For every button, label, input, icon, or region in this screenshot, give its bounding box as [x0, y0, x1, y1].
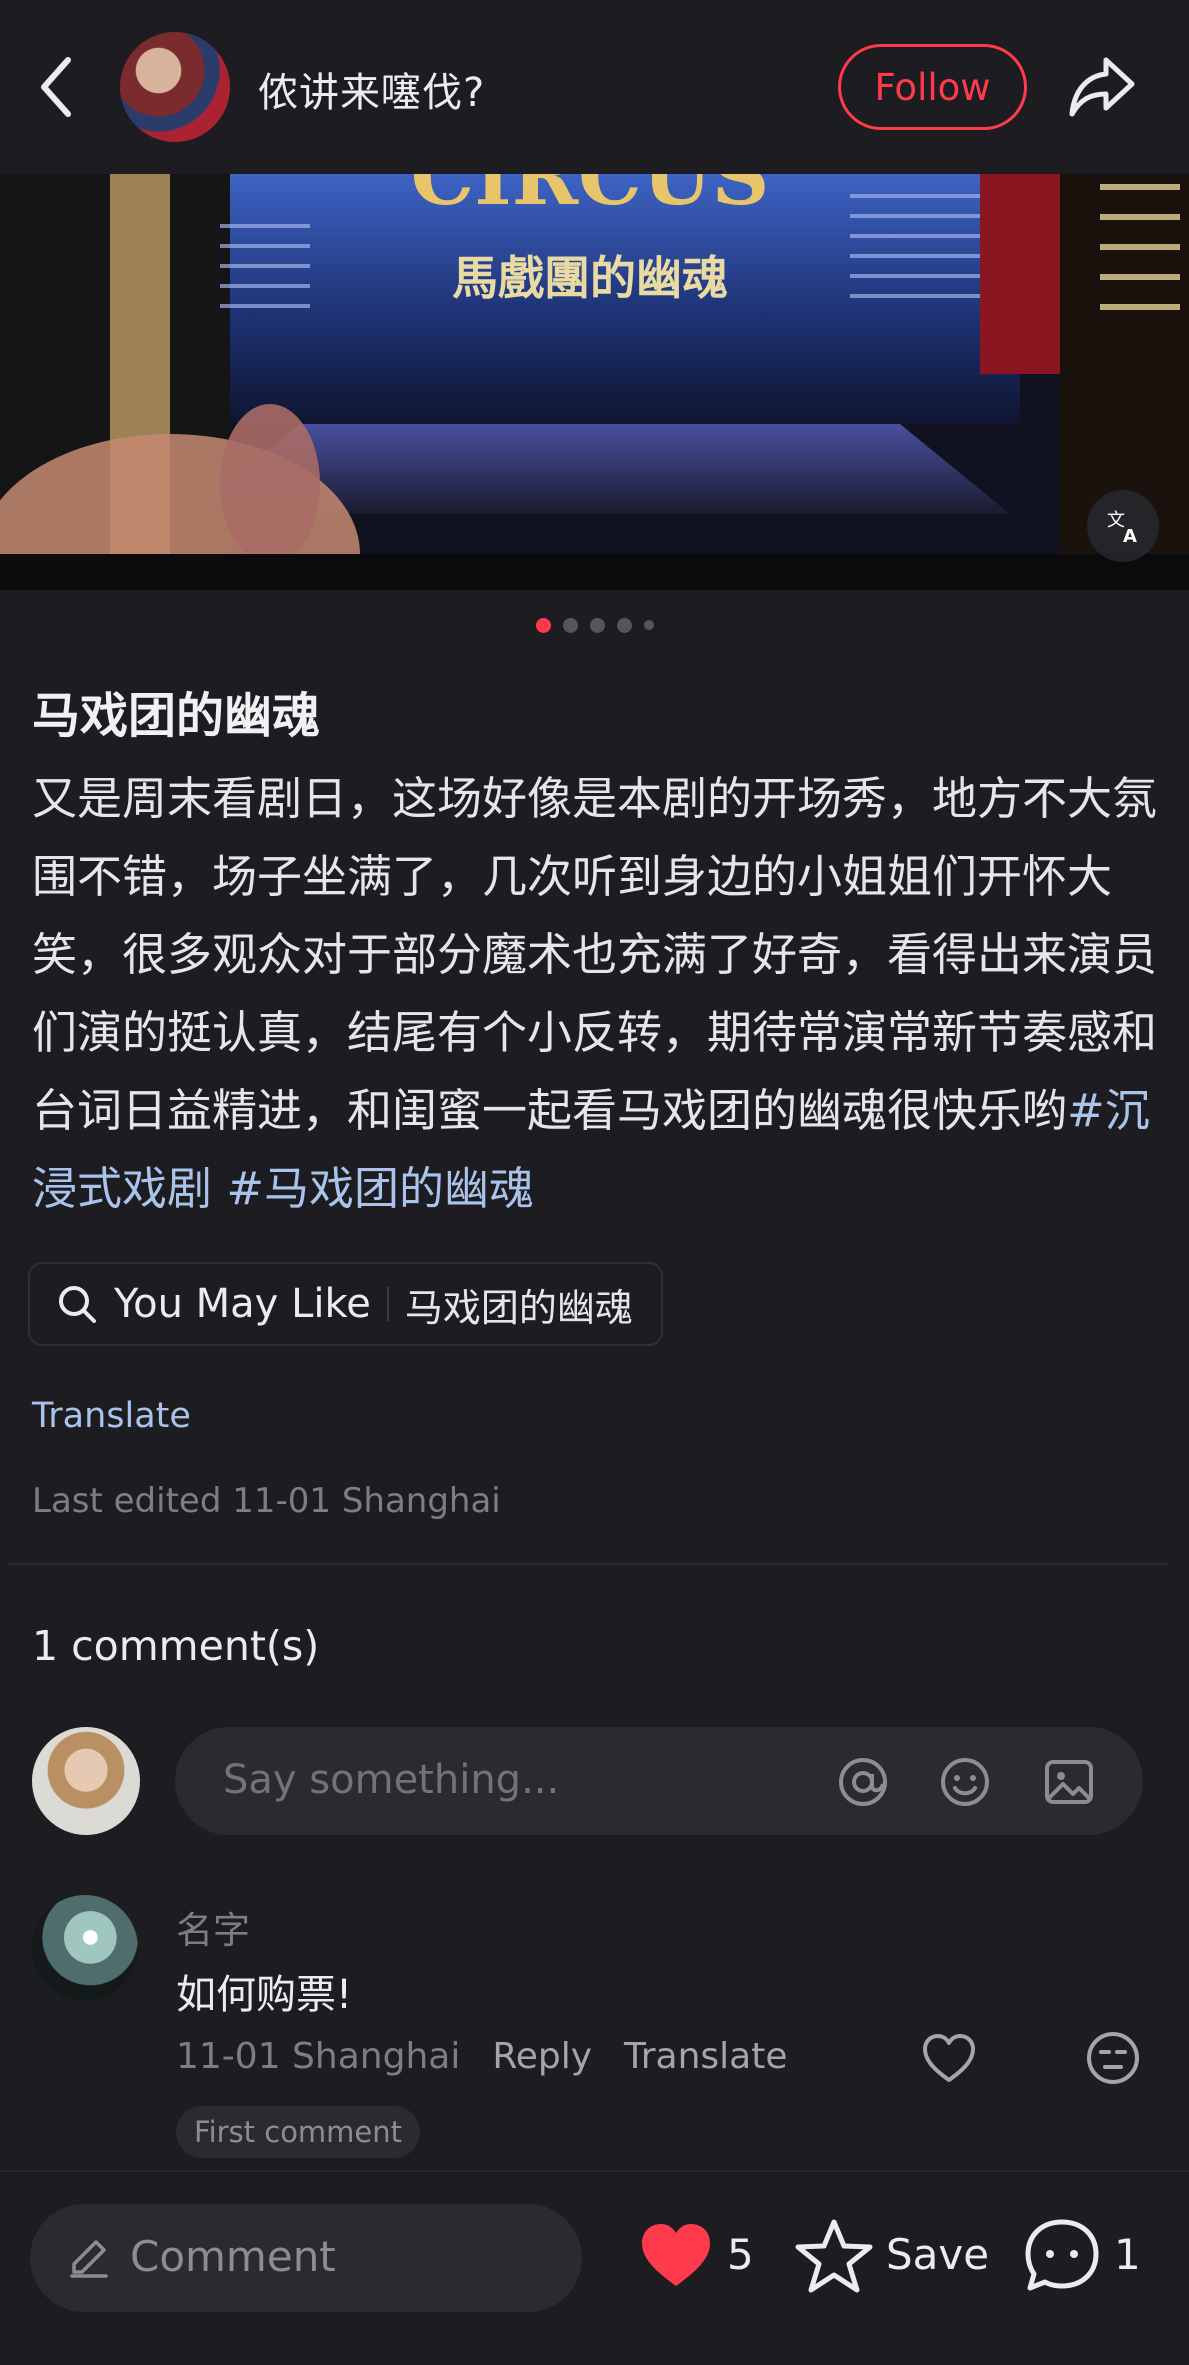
author-avatar[interactable] [120, 32, 230, 142]
carousel-dot [616, 618, 632, 633]
post-image: CIRCUS 馬戲團的幽魂 [0, 174, 1189, 590]
at-mention-icon[interactable] [835, 1754, 891, 1810]
reaction-emoji-icon[interactable] [1085, 2030, 1141, 2086]
comment-input[interactable]: Say something... [175, 1727, 1143, 1835]
divider [8, 1563, 1168, 1565]
image-picker-icon[interactable] [1041, 1754, 1097, 1810]
share-icon [1069, 57, 1135, 117]
comment-text: 如何购票! [176, 1972, 353, 2018]
edited-info: Last edited 11-01 Shanghai [32, 1481, 501, 1521]
translate-post-link[interactable]: Translate [32, 1396, 191, 1436]
carousel-dot [589, 618, 605, 633]
post-title: 马戏团的幽魂 [32, 688, 321, 744]
reply-button[interactable]: Reply [492, 2036, 592, 2077]
post-body-text: 又是周末看剧日，这场好像是本剧的开场秀，地方不大氛围不错，场子坐满了，几次听到身… [32, 772, 1158, 1137]
image-translate-button[interactable]: 文 A [1087, 490, 1159, 562]
first-comment-badge: First comment [176, 2106, 421, 2158]
my-avatar [32, 1727, 140, 1835]
comment-meta: 11-01 Shanghai Reply Translate [176, 2036, 788, 2077]
hashtag-link[interactable]: #马戏团的幽魂 [226, 1162, 534, 1215]
header: 侬讲来噻伐? Follow [0, 0, 1189, 174]
carousel-dot [643, 620, 654, 630]
post-body: 又是周末看剧日，这场好像是本剧的开场秀，地方不大氛围不错，场子坐满了，几次听到身… [32, 760, 1162, 1228]
emoji-icon[interactable] [937, 1754, 993, 1810]
bottom-action-bar: Comment 5 Save 1 [0, 2170, 1189, 2365]
comment-like-heart-icon[interactable] [920, 2030, 978, 2088]
search-icon [59, 1286, 96, 1323]
note-detail-page: 侬讲来噻伐? Follow CIRCUS 馬戲團的幽魂 文 A 马戏团的幽魂 又… [0, 0, 1189, 2365]
save-label[interactable]: Save [886, 2230, 989, 2279]
like-count: 5 [727, 2230, 754, 2279]
pencil-icon [70, 2240, 108, 2278]
image-title-text: CIRCUS [411, 174, 770, 223]
commenter-name[interactable]: 名字 [176, 1900, 250, 1954]
translate-icon: 文 A [1107, 510, 1137, 546]
carousel-dot [535, 618, 551, 633]
carousel-dot [562, 618, 578, 633]
comment-count-bottom: 1 [1114, 2230, 1141, 2279]
you-may-like-label: You May Like [114, 1281, 371, 1327]
comment-input-placeholder: Say something... [223, 1757, 560, 1803]
svg-text:A: A [1123, 526, 1137, 546]
back-button[interactable] [30, 52, 86, 122]
share-button[interactable] [1066, 50, 1140, 124]
like-heart-icon[interactable] [636, 2216, 716, 2296]
translate-comment-button[interactable]: Translate [624, 2036, 787, 2077]
author-name[interactable]: 侬讲来噻伐? [258, 60, 485, 118]
bottom-comment-placeholder: Comment [130, 2232, 336, 2281]
comment-count: 1 comment(s) [32, 1622, 320, 1670]
image-subtitle-text: 馬戲團的幽魂 [452, 251, 728, 305]
chevron-left-icon [41, 57, 71, 117]
you-may-like-topic: 马戏团的幽魂 [404, 1285, 633, 1330]
comment-date-location: 11-01 Shanghai [176, 2036, 461, 2077]
follow-button[interactable]: Follow [838, 44, 1027, 130]
carousel-indicator [0, 618, 1189, 633]
commenter-avatar[interactable] [32, 1895, 138, 2001]
bottom-comment-input[interactable]: Comment [30, 2204, 582, 2312]
star-icon[interactable] [794, 2216, 874, 2296]
image-carousel[interactable]: CIRCUS 馬戲團的幽魂 [0, 174, 1189, 590]
separator [386, 1287, 389, 1321]
comment-bubble-icon[interactable] [1022, 2216, 1102, 2296]
you-may-like-chip[interactable]: You May Like 马戏团的幽魂 [28, 1262, 663, 1346]
